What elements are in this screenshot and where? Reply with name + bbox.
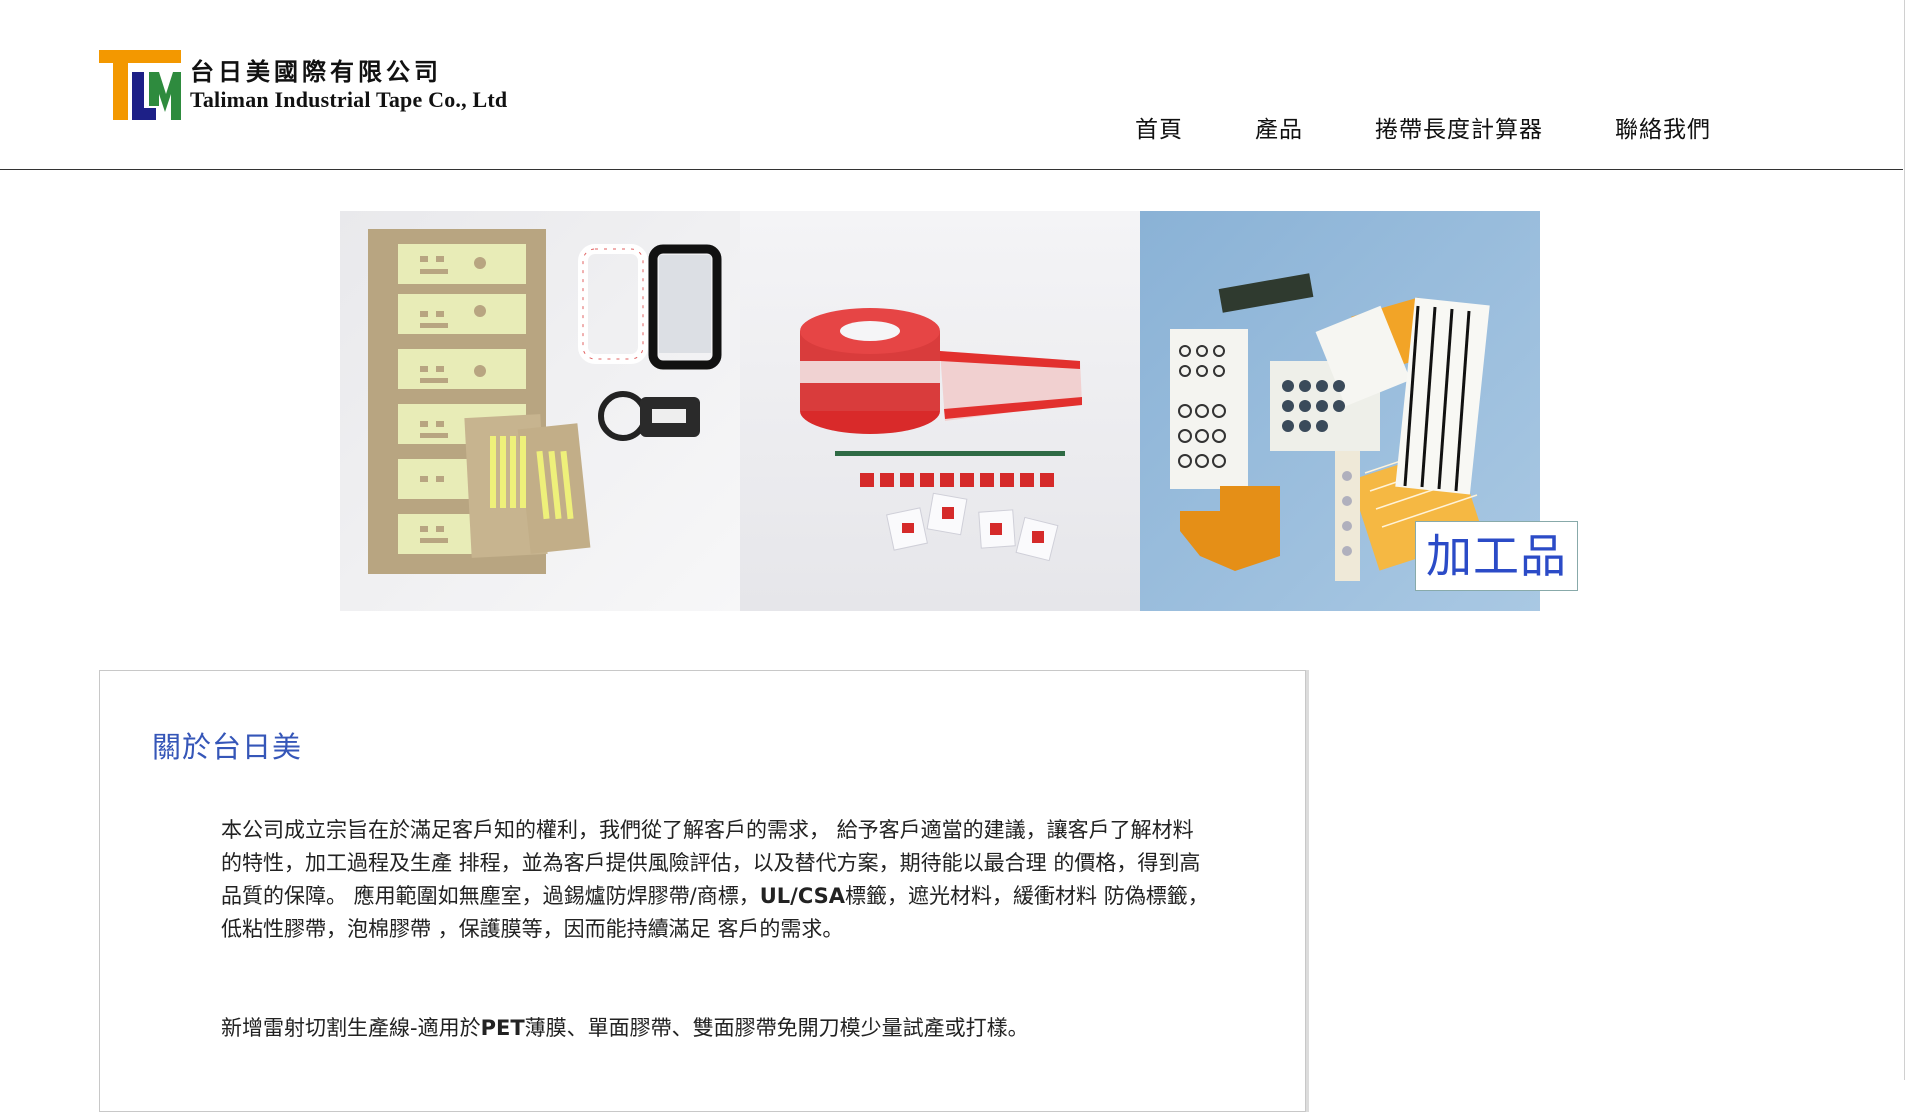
banner-image-diecut-sheets	[340, 211, 740, 611]
about-paragraph-laser-part1: 新增雷射切割生產線-適用於	[221, 1016, 481, 1040]
about-paragraph-laser-part2: 薄膜、單面膠帶、雙面膠帶免開刀模少量試產或打樣。	[524, 1016, 1029, 1040]
about-paragraph-laser: 新增雷射切割生產線-適用於PET薄膜、單面膠帶、雙面膠帶免開刀模少量試產或打樣。	[221, 1012, 1211, 1045]
company-name-en: Taliman Industrial Tape Co., Ltd	[190, 87, 508, 112]
company-logo[interactable]: 台日美國際有限公司 Taliman Industrial Tape Co., L…	[99, 50, 507, 120]
site-header: 台日美國際有限公司 Taliman Industrial Tape Co., L…	[0, 0, 1903, 170]
nav-item-contact[interactable]: 聯絡我們	[1615, 110, 1711, 144]
nav-item-tape-calculator[interactable]: 捲帶長度計算器	[1375, 110, 1543, 144]
about-paragraph-intro: 本公司成立宗旨在於滿足客戶知的權利，我們從了解客戶的需求， 給予客戶適當的建議，…	[221, 814, 1211, 946]
nav-item-products[interactable]: 產品	[1255, 110, 1303, 144]
banner-image-red-tape	[740, 211, 1140, 611]
product-banner[interactable]	[340, 211, 1540, 611]
about-section: 關於台日美 本公司成立宗旨在於滿足客戶知的權利，我們從了解客戶的需求， 給予客戶…	[99, 670, 1306, 1112]
banner-caption: 加工品	[1415, 521, 1578, 591]
about-paragraph-intro-bold: UL/CSA	[759, 884, 846, 908]
nav-item-home[interactable]: 首頁	[1135, 110, 1183, 144]
about-paragraph-laser-bold: PET	[480, 1016, 525, 1040]
about-body: 本公司成立宗旨在於滿足客戶知的權利，我們從了解客戶的需求， 給予客戶適當的建議，…	[221, 814, 1211, 1045]
main-nav: 首頁 產品 捲帶長度計算器 聯絡我們	[1135, 110, 1711, 144]
header-divider	[0, 169, 1903, 170]
company-name-zh: 台日美國際有限公司	[190, 57, 442, 86]
logo-mark-icon	[99, 50, 181, 120]
about-title: 關於台日美	[152, 730, 303, 764]
logo-text: 台日美國際有限公司 Taliman Industrial Tape Co., L…	[190, 57, 507, 113]
